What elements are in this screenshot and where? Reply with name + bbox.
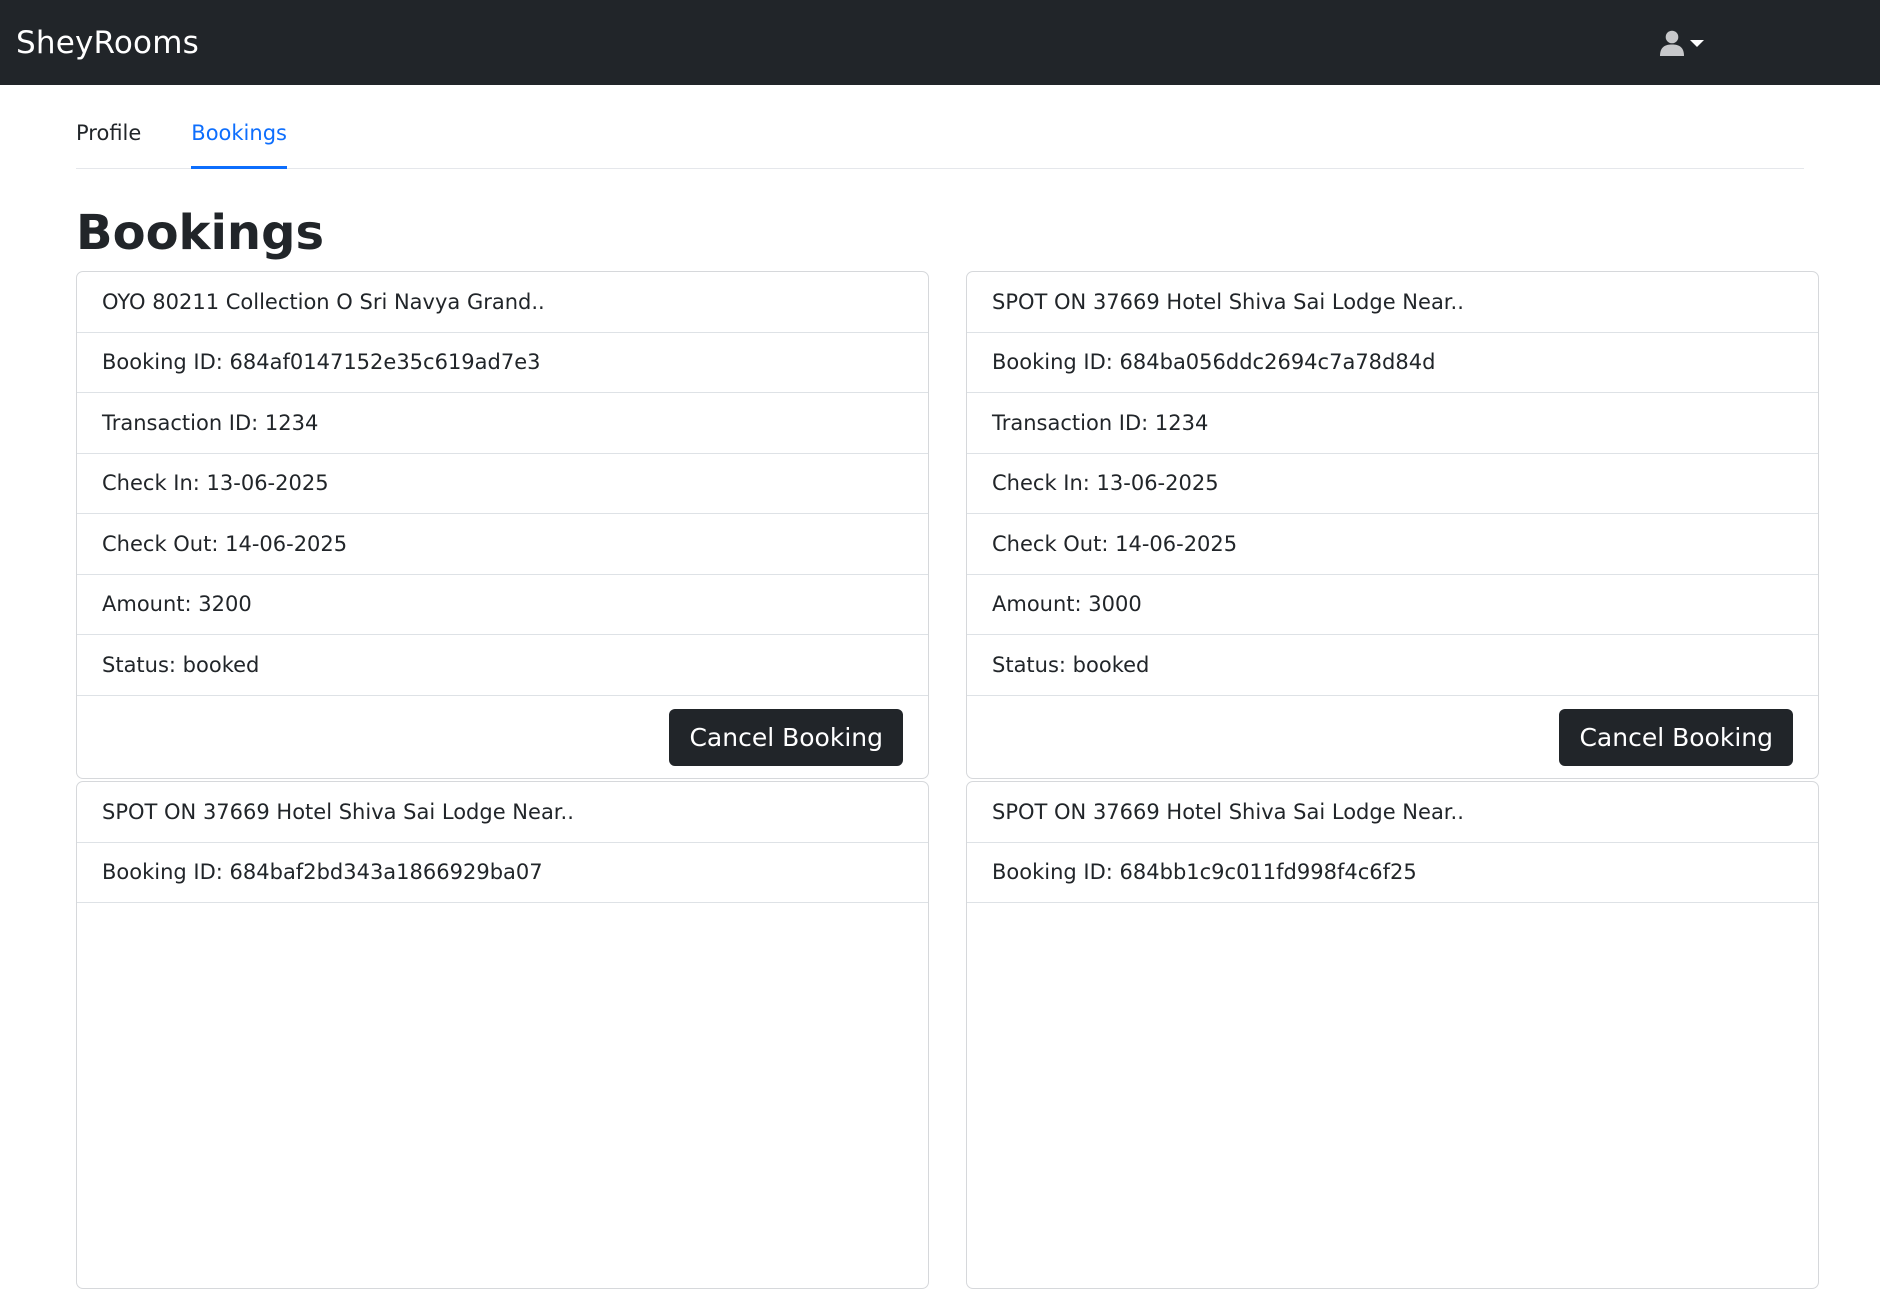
booking-id: Booking ID: 684ba056ddc2694c7a78d84d [967,333,1818,393]
booking-card: SPOT ON 37669 Hotel Shiva Sai Lodge Near… [966,271,1819,779]
check-out: Check Out: 14-06-2025 [77,514,928,575]
booking-id: Booking ID: 684baf2bd343a1866929ba07 [77,843,928,903]
booking-card: SPOT ON 37669 Hotel Shiva Sai Lodge Near… [76,781,929,1289]
brand-logo[interactable]: SheyRooms [16,25,199,61]
page-title: Bookings [76,205,325,261]
hotel-name: OYO 80211 Collection O Sri Navya Grand.. [77,272,928,333]
status: Status: booked [77,635,928,696]
transaction-id: Transaction ID: 1234 [967,393,1818,454]
booking-card: SPOT ON 37669 Hotel Shiva Sai Lodge Near… [966,781,1819,1289]
booking-id: Booking ID: 684bb1c9c011fd998f4c6f25 [967,843,1818,903]
chevron-down-icon [1690,40,1704,47]
card-footer: Cancel Booking [77,696,928,779]
tab-profile[interactable]: Profile [76,85,141,169]
booking-card: OYO 80211 Collection O Sri Navya Grand..… [76,271,929,779]
hotel-name: SPOT ON 37669 Hotel Shiva Sai Lodge Near… [77,782,928,843]
navbar: SheyRooms [0,0,1880,85]
status: Status: booked [967,635,1818,696]
amount: Amount: 3200 [77,575,928,635]
user-icon [1660,30,1684,56]
cancel-booking-button[interactable]: Cancel Booking [1559,709,1793,766]
check-out: Check Out: 14-06-2025 [967,514,1818,575]
bookings-grid: OYO 80211 Collection O Sri Navya Grand..… [76,271,1819,1289]
main-container: Profile Bookings Bookings OYO 80211 Coll… [76,85,1819,1289]
tab-bar: Profile Bookings [76,85,1804,169]
hotel-name: SPOT ON 37669 Hotel Shiva Sai Lodge Near… [967,272,1818,333]
amount: Amount: 3000 [967,575,1818,635]
cancel-booking-button[interactable]: Cancel Booking [669,709,903,766]
booking-id: Booking ID: 684af0147152e35c619ad7e3 [77,333,928,393]
check-in: Check In: 13-06-2025 [77,454,928,514]
tab-bookings[interactable]: Bookings [191,85,287,169]
card-footer: Cancel Booking [967,696,1818,779]
hotel-name: SPOT ON 37669 Hotel Shiva Sai Lodge Near… [967,782,1818,843]
check-in: Check In: 13-06-2025 [967,454,1818,514]
user-menu[interactable] [1660,30,1704,56]
transaction-id: Transaction ID: 1234 [77,393,928,454]
